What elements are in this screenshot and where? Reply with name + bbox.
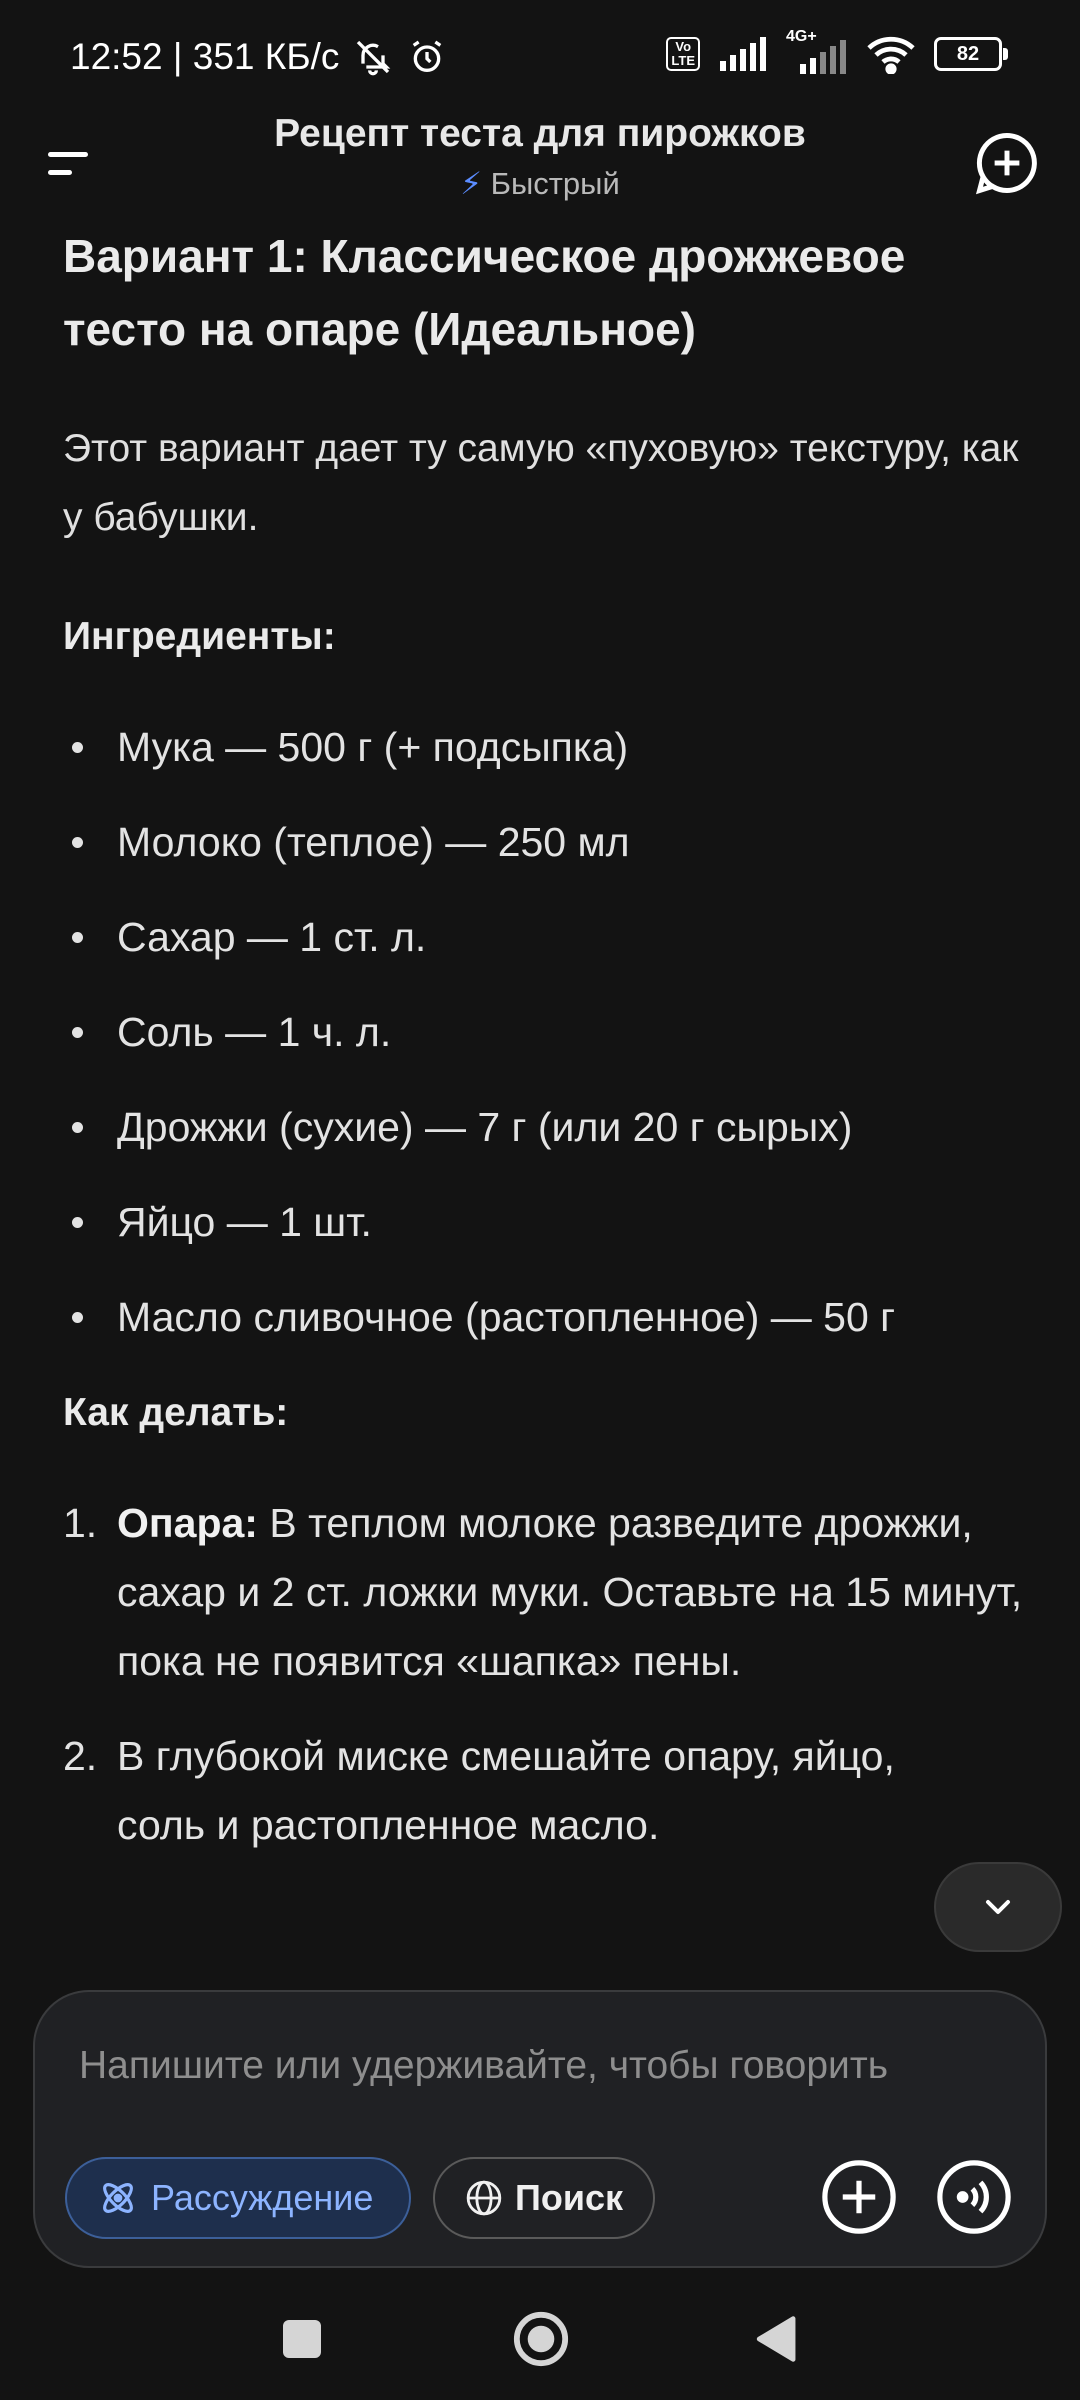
list-item: Дрожжи (сухие) — 7 г (или 20 г сырых) — [63, 1093, 1023, 1162]
step-bold-label: Опара: — [117, 1500, 258, 1546]
new-chat-icon[interactable] — [974, 130, 1040, 196]
atom-icon — [103, 2183, 133, 2213]
chat-title[interactable]: Рецепт теста для пирожков — [0, 112, 1080, 156]
model-mode[interactable]: ⚡ Быстрый — [0, 166, 1080, 202]
reasoning-toggle[interactable]: Рассуждение — [65, 2157, 411, 2239]
reasoning-label: Рассуждение — [151, 2177, 374, 2218]
signal-4g-icon: 4G+ — [786, 28, 848, 74]
system-nav-bar — [0, 2290, 1080, 2400]
add-attachment-icon[interactable] — [820, 2158, 898, 2236]
list-item: Мука — 500 г (+ подсыпка) — [63, 713, 1023, 782]
signal-icon — [720, 37, 766, 71]
voice-mode-icon[interactable] — [935, 2158, 1013, 2236]
recents-button[interactable] — [283, 2320, 321, 2358]
message-input[interactable]: Напишите или удерживайте, чтобы говорить — [79, 2044, 888, 2088]
battery-level: 82 — [956, 42, 980, 65]
list-item: Яйцо — 1 шт. — [63, 1188, 1023, 1257]
steps-list: 1. Опара: В теплом молоке разведите дрожж… — [63, 1489, 1023, 1860]
step-number: 1. — [63, 1500, 98, 1546]
steps-heading: Как делать: — [63, 1391, 289, 1434]
ingredients-list: Мука — 500 г (+ подсыпка) Молоко (теплое… — [63, 713, 1023, 1352]
response-content: Вариант 1: Классическое дрожжевое тесто … — [63, 220, 1023, 1886]
status-bar: 12:52 | 351 КБ/с Vo LTE 4G+ 82 — [0, 0, 1080, 118]
chat-header: Рецепт теста для пирожков ⚡ Быстрый — [0, 110, 1080, 220]
step-item: 2. В глубокой миске смешайте опару, яйцо,… — [63, 1722, 1023, 1860]
step-item: 1. Опара: В теплом молоке разведите дрожж… — [63, 1489, 1023, 1696]
scroll-down-button[interactable] — [934, 1862, 1062, 1952]
step-text: В глубокой миске смешайте опару, яйцо, с… — [117, 1733, 895, 1848]
alarm-icon — [413, 40, 442, 72]
back-button[interactable] — [752, 2314, 798, 2364]
variant-heading: Вариант 1: Классическое дрожжевое тесто … — [63, 230, 906, 355]
search-toggle[interactable]: Поиск — [433, 2157, 655, 2239]
wifi-icon — [867, 36, 915, 74]
model-mode-label: Быстрый — [490, 166, 620, 201]
list-item: Сахар — 1 ст. л. — [63, 903, 1023, 972]
message-composer: Напишите или удерживайте, чтобы говорить… — [33, 1990, 1047, 2268]
battery-icon: 82 — [934, 37, 1008, 71]
list-item: Соль — 1 ч. л. — [63, 998, 1023, 1067]
home-button[interactable] — [512, 2310, 570, 2368]
intro-text: Этот вариант дает ту самую «пуховую» тек… — [63, 427, 1019, 539]
volte-badge: Vo LTE — [666, 37, 700, 71]
notifications-off-icon — [357, 40, 391, 76]
list-item: Масло сливочное (растопленное) — 50 г — [63, 1283, 1023, 1352]
bolt-icon: ⚡ — [460, 166, 482, 201]
globe-icon — [466, 2180, 502, 2216]
status-right: Vo LTE 4G+ 82 — [666, 28, 1008, 74]
ingredients-heading: Ингредиенты: — [63, 615, 336, 658]
list-item: Молоко (теплое) — 250 мл — [63, 808, 1023, 877]
status-time-speed: 12:52 | 351 КБ/с — [70, 36, 340, 77]
status-left: 12:52 | 351 КБ/с — [70, 36, 447, 78]
chevron-down-icon — [986, 1900, 1010, 1914]
step-number: 2. — [63, 1733, 98, 1779]
search-label: Поиск — [514, 2177, 623, 2218]
